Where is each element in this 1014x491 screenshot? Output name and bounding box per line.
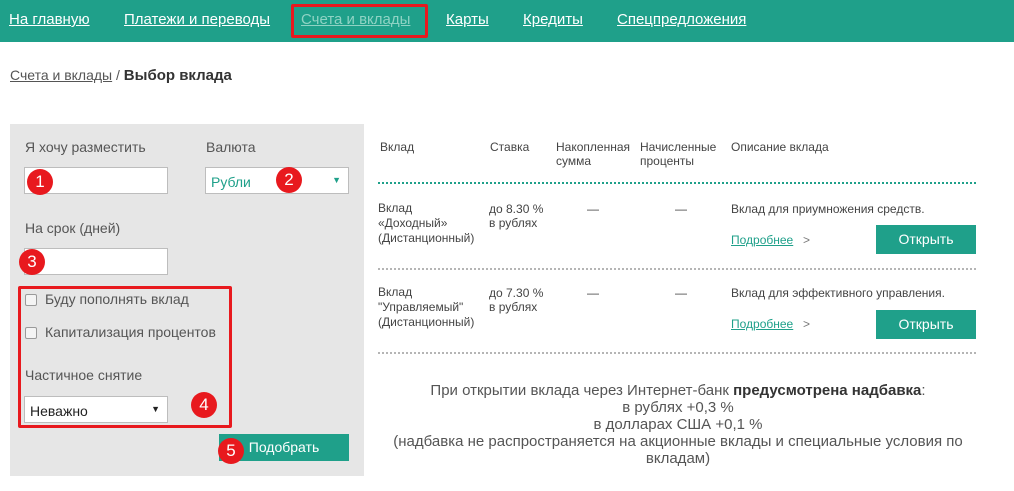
- notice-rub-bonus: в рублях +0,3 %: [622, 399, 734, 416]
- interest-value: —: [675, 202, 687, 216]
- chevron-down-icon: ▼: [332, 175, 341, 185]
- arrow-right-icon: >: [803, 233, 811, 247]
- term-input[interactable]: [24, 248, 168, 275]
- nav-accounts-highlight: [291, 4, 428, 38]
- step-badge-2: 2: [276, 167, 302, 193]
- row-divider: [378, 268, 976, 270]
- open-deposit-button[interactable]: Открыть: [876, 310, 976, 339]
- column-header-description: Описание вклада: [731, 140, 829, 154]
- currency-value: Рубли: [211, 174, 251, 190]
- notice-bold-text: предусмотрена надбавка: [733, 382, 922, 399]
- nav-home-link[interactable]: На главную: [9, 11, 90, 28]
- interest-value: —: [675, 286, 687, 300]
- accumulated-value: —: [587, 286, 599, 300]
- online-bonus-notice: При открытии вклада через Интернет-банк …: [380, 382, 976, 467]
- step-badge-5: 5: [218, 438, 244, 464]
- step-badge-3: 3: [19, 249, 45, 275]
- breadcrumb: Счета и вклады / Выбор вклада: [10, 67, 232, 84]
- step-badge-1: 1: [27, 169, 53, 195]
- table-header-divider: [378, 182, 976, 184]
- nav-offers-link[interactable]: Спецпредложения: [617, 11, 746, 28]
- deposit-rate: до 7.30 % в рублях: [489, 286, 544, 314]
- details-link[interactable]: Подробнее: [731, 233, 793, 247]
- deposit-rate: до 8.30 % в рублях: [489, 202, 544, 230]
- breadcrumb-parent-link[interactable]: Счета и вклады: [10, 67, 112, 83]
- arrow-right-icon: >: [803, 317, 811, 331]
- accumulated-value: —: [587, 202, 599, 216]
- deposit-name: Вклад "Управляемый" (Дистанционный): [378, 285, 475, 329]
- step-badge-4: 4: [191, 392, 217, 418]
- nav-payments-link[interactable]: Платежи и переводы: [124, 11, 270, 28]
- breadcrumb-separator: /: [116, 67, 120, 83]
- deposit-description: Вклад для приумножения средств.: [731, 202, 925, 216]
- nav-cards-link[interactable]: Карты: [446, 11, 489, 28]
- notice-text: При открытии вклада через Интернет-банк: [430, 382, 729, 399]
- column-header-interest: Начисленные проценты: [640, 140, 717, 168]
- deposit-description: Вклад для эффективного управления.: [731, 286, 945, 300]
- open-deposit-button[interactable]: Открыть: [876, 225, 976, 254]
- currency-label: Валюта: [206, 139, 256, 155]
- notice-colon: :: [921, 382, 926, 399]
- term-label: На срок (дней): [25, 220, 121, 236]
- details-link[interactable]: Подробнее: [731, 317, 793, 331]
- column-header-deposit: Вклад: [380, 140, 415, 154]
- column-header-rate: Ставка: [490, 140, 530, 154]
- deposit-name: Вклад «Доходный» (Дистанционный): [378, 201, 475, 245]
- column-header-accumulated: Накопленная сумма: [556, 140, 630, 168]
- amount-label: Я хочу разместить: [25, 139, 146, 155]
- row-divider: [378, 352, 976, 354]
- notice-headline: При открытии вклада через Интернет-банк …: [380, 382, 976, 399]
- top-navigation: На главную Платежи и переводы Счета и вк…: [0, 0, 1014, 42]
- notice-footnote: (надбавка не распространяется на акционн…: [393, 433, 963, 467]
- notice-usd-bonus: в долларах США +0,1 %: [593, 416, 763, 433]
- nav-credits-link[interactable]: Кредиты: [523, 11, 583, 28]
- page-title: Выбор вклада: [123, 67, 232, 84]
